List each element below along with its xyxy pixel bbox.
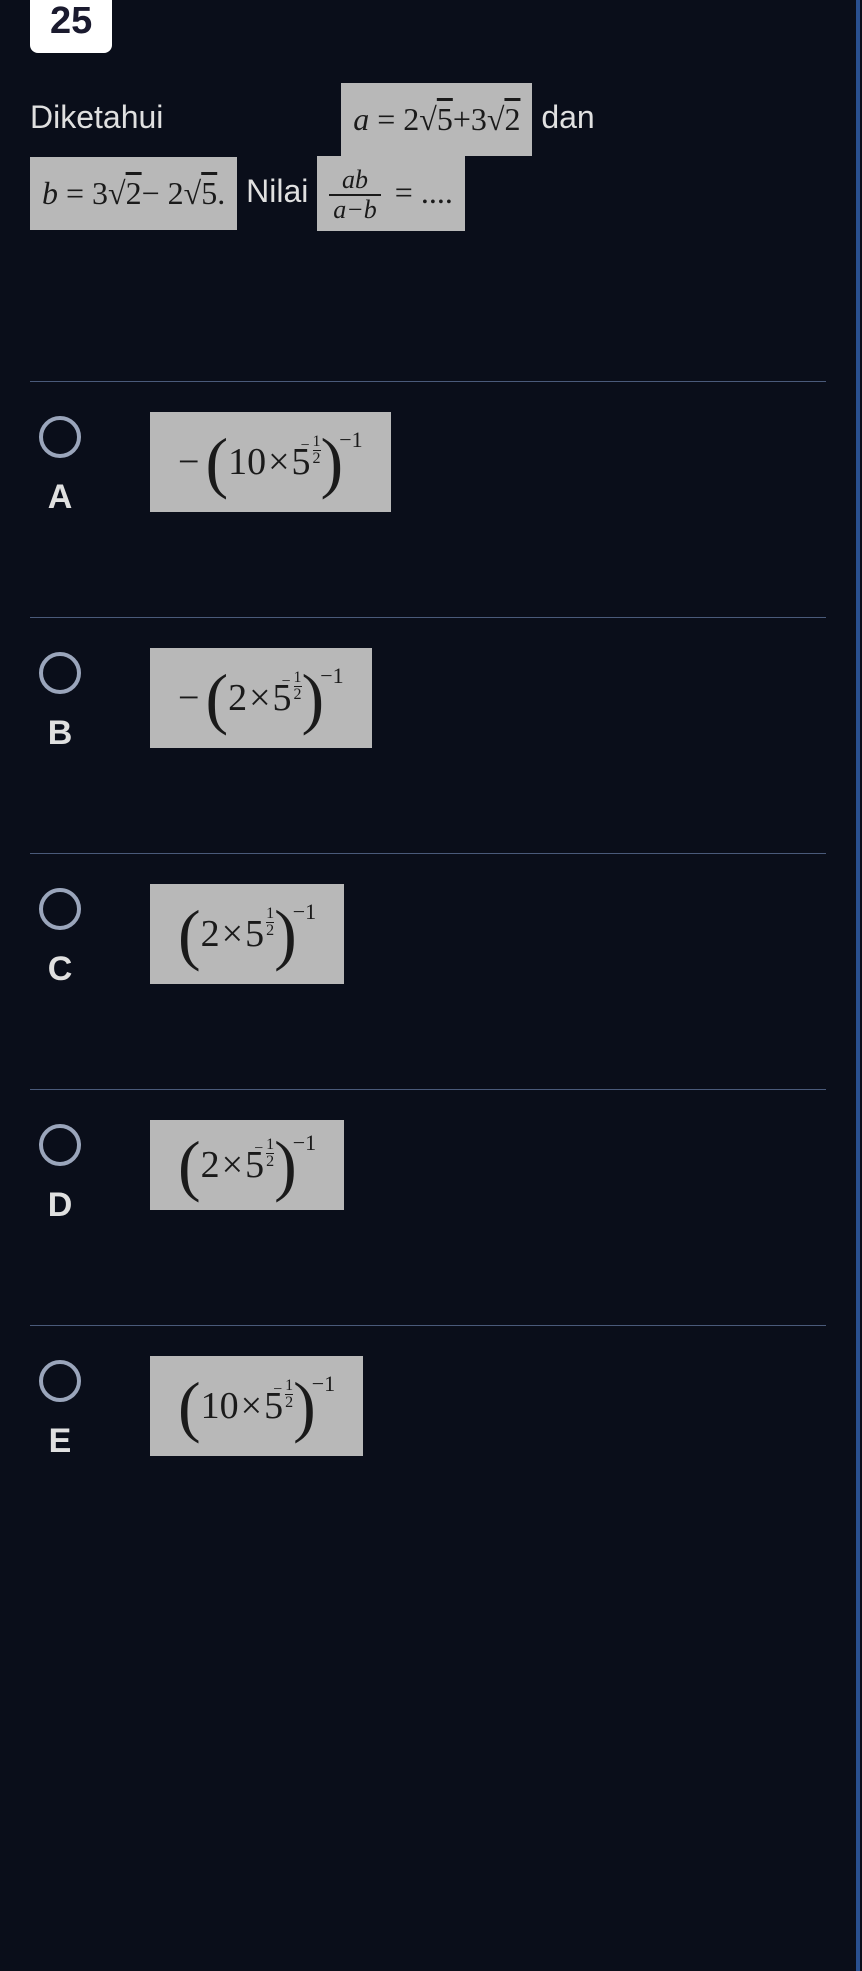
answer-option-d[interactable]: D ( 2 × 5 1 2 ) −1 xyxy=(30,1090,826,1326)
radio-a[interactable] xyxy=(39,416,81,458)
answer-label-c: C xyxy=(48,950,73,989)
answer-content-b: − ( 2 × 5 1 2 ) −1 xyxy=(150,648,372,748)
answer-left-c: C xyxy=(30,884,90,989)
answer-option-c[interactable]: C ( 2 × 5 1 2 ) −1 xyxy=(30,854,826,1090)
answer-option-b[interactable]: B − ( 2 × 5 1 2 ) −1 xyxy=(30,618,826,854)
text-dan: dan xyxy=(541,99,594,135)
mult-b: × xyxy=(249,676,270,720)
equals-dots: = .... xyxy=(395,174,453,210)
answer-label-b: B xyxy=(48,714,73,753)
sign-b: − xyxy=(178,676,199,720)
math-expression-a: a = 2√5+3√2 xyxy=(341,83,532,156)
radio-d[interactable] xyxy=(39,1124,81,1166)
frac-denominator: a−b xyxy=(329,194,381,225)
question-number-badge: 25 xyxy=(30,0,112,53)
base1-b: 2 xyxy=(228,676,247,720)
mult-a: × xyxy=(268,440,289,484)
base1-c: 2 xyxy=(201,912,220,956)
answer-content-e: ( 10 × 5 1 2 ) −1 xyxy=(150,1356,363,1456)
answer-left-a: A xyxy=(30,412,90,517)
radio-c[interactable] xyxy=(39,888,81,930)
answer-left-e: E xyxy=(30,1356,90,1461)
inner-exp-c: 1 2 xyxy=(266,906,274,939)
answer-option-e[interactable]: E ( 10 × 5 1 2 ) −1 xyxy=(30,1326,826,1561)
radio-e[interactable] xyxy=(39,1360,81,1402)
inner-exp-a: 1 2 xyxy=(313,434,321,467)
mult-d: × xyxy=(222,1143,243,1187)
base1-e: 10 xyxy=(201,1384,239,1428)
outer-exp-a: −1 xyxy=(339,427,362,453)
answer-label-e: E xyxy=(49,1422,72,1461)
outer-exp-e: −1 xyxy=(312,1371,335,1397)
sign-a: − xyxy=(178,440,199,484)
answer-list: A − ( 10 × 5 1 2 ) −1 xyxy=(30,381,826,1561)
quiz-container: 25 Diketahui a = 2√5+3√2 dan b = 3√2− 2√… xyxy=(0,0,860,1971)
answer-content-d: ( 2 × 5 1 2 ) −1 xyxy=(150,1120,344,1210)
outer-exp-d: −1 xyxy=(293,1130,316,1156)
outer-exp-b: −1 xyxy=(320,663,343,689)
inner-exp-e: 1 2 xyxy=(285,1378,293,1411)
base1-a: 10 xyxy=(228,440,266,484)
text-nilai: Nilai xyxy=(246,173,308,209)
answer-option-a[interactable]: A − ( 10 × 5 1 2 ) −1 xyxy=(30,382,826,618)
answer-content-c: ( 2 × 5 1 2 ) −1 xyxy=(150,884,344,984)
answer-left-d: D xyxy=(30,1120,90,1225)
answer-content-a: − ( 10 × 5 1 2 ) −1 xyxy=(150,412,391,512)
base1-d: 2 xyxy=(201,1143,220,1187)
text-diketahui: Diketahui xyxy=(30,99,163,135)
answer-left-b: B xyxy=(30,648,90,753)
inner-exp-d: 1 2 xyxy=(266,1137,274,1170)
mult-c: × xyxy=(222,912,243,956)
answer-label-a: A xyxy=(48,478,73,517)
mult-e: × xyxy=(241,1384,262,1428)
outer-exp-c: −1 xyxy=(293,899,316,925)
question-body: Diketahui a = 2√5+3√2 dan b = 3√2− 2√5. … xyxy=(0,53,856,231)
math-expression-frac: ab a−b = .... xyxy=(317,156,465,231)
radio-b[interactable] xyxy=(39,652,81,694)
frac-numerator: ab xyxy=(338,166,372,195)
base2-c: 5 xyxy=(245,912,264,956)
math-expression-b: b = 3√2− 2√5. xyxy=(30,157,237,230)
answer-label-d: D xyxy=(48,1186,73,1225)
inner-exp-b: 1 2 xyxy=(294,670,302,703)
